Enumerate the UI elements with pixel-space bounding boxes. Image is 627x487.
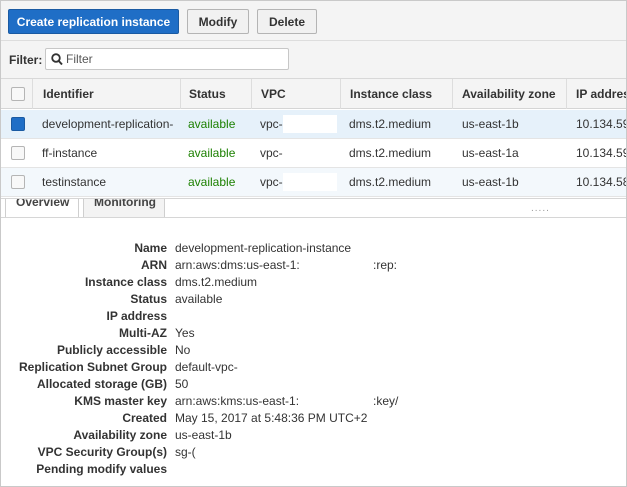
cell-ip-address: 10.134.59 bbox=[576, 117, 627, 131]
table-row[interactable]: ff-instance available vpc- dms.t2.medium… bbox=[1, 139, 627, 168]
detail-value: us-east-1b bbox=[175, 428, 232, 442]
cell-status: available bbox=[188, 146, 236, 160]
column-header-ip-address[interactable]: IP address bbox=[576, 87, 626, 101]
detail-status: Status available bbox=[1, 292, 626, 309]
cell-status: available bbox=[188, 117, 236, 131]
redacted-block bbox=[283, 115, 337, 133]
detail-value: No bbox=[175, 343, 191, 357]
row-checkbox[interactable] bbox=[11, 117, 25, 131]
detail-created: Created May 15, 2017 at 5:48:36 PM UTC+2 bbox=[1, 411, 626, 428]
tab-overview[interactable]: Overview bbox=[5, 198, 79, 217]
detail-value: Yes bbox=[175, 326, 195, 340]
detail-label: VPC Security Group(s) bbox=[37, 445, 167, 459]
cell-status: available bbox=[188, 175, 236, 189]
search-icon bbox=[51, 53, 63, 66]
cell-instance-class: dms.t2.medium bbox=[349, 146, 432, 160]
detail-allocated-storage: Allocated storage (GB) 50 bbox=[1, 377, 626, 394]
detail-label: Publicly accessible bbox=[56, 343, 167, 357]
detail-value-suffix: :rep: bbox=[373, 258, 398, 272]
detail-pending-modify-values: Pending modify values bbox=[1, 462, 626, 479]
detail-label: ARN bbox=[141, 258, 167, 272]
detail-value: sg-( bbox=[175, 445, 196, 459]
row-checkbox[interactable] bbox=[11, 146, 25, 160]
detail-kms-master-key: KMS master key arn:aws:kms:us-east-1: :k… bbox=[1, 394, 626, 411]
detail-value: default-vpc- bbox=[175, 360, 238, 374]
dms-replication-instances-panel: Create replication instance Modify Delet… bbox=[0, 0, 627, 487]
column-header-vpc[interactable]: VPC bbox=[261, 87, 286, 101]
detail-label: IP address bbox=[106, 309, 167, 323]
select-all-checkbox[interactable] bbox=[11, 87, 25, 101]
detail-instance-class: Instance class dms.t2.medium bbox=[1, 275, 626, 292]
detail-tabs: Overview Monitoring ..... bbox=[1, 198, 626, 218]
filter-input-box[interactable] bbox=[45, 48, 289, 70]
cell-identifier: testinstance bbox=[42, 175, 107, 189]
delete-button[interactable]: Delete bbox=[257, 9, 317, 34]
detail-value: arn:aws:kms:us-east-1: bbox=[175, 394, 300, 408]
row-checkbox[interactable] bbox=[11, 175, 25, 189]
detail-ip-address: IP address bbox=[1, 309, 626, 326]
cell-instance-class: dms.t2.medium bbox=[349, 175, 432, 189]
filter-label: Filter: bbox=[9, 53, 43, 67]
column-divider bbox=[251, 79, 252, 109]
tab-monitoring[interactable]: Monitoring bbox=[83, 198, 165, 217]
detail-value: arn:aws:dms:us-east-1: bbox=[175, 258, 300, 272]
cell-identifier: development-replication-i bbox=[42, 117, 174, 131]
filter-bar: Filter: bbox=[1, 41, 626, 79]
column-header-availability-zone[interactable]: Availability zone bbox=[462, 87, 556, 101]
toolbar: Create replication instance Modify Delet… bbox=[1, 1, 626, 41]
cell-vpc: vpc- bbox=[260, 117, 283, 131]
detail-label: Status bbox=[130, 292, 167, 306]
column-header-instance-class[interactable]: Instance class bbox=[350, 87, 432, 101]
detail-multi-az: Multi-AZ Yes bbox=[1, 326, 626, 343]
cell-identifier: ff-instance bbox=[42, 146, 98, 160]
tab-monitoring-label: Monitoring bbox=[94, 198, 156, 209]
detail-value: available bbox=[175, 292, 223, 306]
table-row[interactable]: development-replication-i available vpc-… bbox=[1, 110, 627, 139]
detail-value: dms.t2.medium bbox=[175, 275, 258, 289]
cell-ip-address: 10.134.58 bbox=[576, 175, 627, 189]
detail-label: Replication Subnet Group bbox=[18, 360, 167, 374]
redacted-block bbox=[283, 173, 337, 191]
detail-label: Allocated storage (GB) bbox=[36, 377, 167, 391]
cell-vpc: vpc- bbox=[260, 175, 283, 189]
filter-input[interactable] bbox=[66, 51, 281, 67]
table-header: Identifier Status VPC Instance class Ava… bbox=[1, 79, 626, 109]
cell-availability-zone: us-east-1b bbox=[462, 175, 519, 189]
detail-label: Created bbox=[122, 411, 167, 425]
detail-name: Name development-replication-instance bbox=[1, 241, 626, 258]
detail-arn: ARN arn:aws:dms:us-east-1: :rep: bbox=[1, 258, 626, 275]
detail-label: KMS master key bbox=[74, 394, 167, 408]
detail-value: May 15, 2017 at 5:48:36 PM UTC+2 bbox=[175, 411, 368, 425]
detail-value: 50 bbox=[175, 377, 189, 391]
detail-label: Availability zone bbox=[73, 428, 167, 442]
resize-handle[interactable]: ..... bbox=[531, 203, 550, 214]
detail-label: Multi-AZ bbox=[119, 326, 167, 340]
column-divider bbox=[32, 79, 33, 109]
detail-label: Name bbox=[134, 241, 167, 255]
detail-availability-zone: Availability zone us-east-1b bbox=[1, 428, 626, 445]
detail-label: Pending modify values bbox=[36, 462, 167, 476]
detail-vpc-security-groups: VPC Security Group(s) sg-( bbox=[1, 445, 626, 462]
column-divider bbox=[340, 79, 341, 109]
column-divider bbox=[566, 79, 567, 109]
detail-value: development-replication-instance bbox=[175, 241, 352, 255]
cell-instance-class: dms.t2.medium bbox=[349, 117, 432, 131]
tab-overview-label: Overview bbox=[16, 198, 70, 209]
table-row[interactable]: testinstance available vpc- dms.t2.mediu… bbox=[1, 168, 627, 197]
column-header-identifier[interactable]: Identifier bbox=[43, 87, 94, 101]
column-divider bbox=[180, 79, 181, 109]
column-header-status[interactable]: Status bbox=[189, 87, 226, 101]
cell-availability-zone: us-east-1b bbox=[462, 117, 519, 131]
detail-value-suffix: :key/ bbox=[373, 394, 399, 408]
cell-vpc: vpc- bbox=[260, 146, 283, 160]
column-divider bbox=[452, 79, 453, 109]
detail-label: Instance class bbox=[84, 275, 167, 289]
detail-subnet-group: Replication Subnet Group default-vpc- bbox=[1, 360, 626, 377]
create-replication-instance-button[interactable]: Create replication instance bbox=[8, 9, 179, 34]
replication-instances-table: Identifier Status VPC Instance class Ava… bbox=[1, 79, 626, 197]
cell-availability-zone: us-east-1a bbox=[462, 146, 519, 160]
modify-button[interactable]: Modify bbox=[187, 9, 249, 34]
detail-publicly-accessible: Publicly accessible No bbox=[1, 343, 626, 360]
cell-ip-address: 10.134.59 bbox=[576, 146, 627, 160]
